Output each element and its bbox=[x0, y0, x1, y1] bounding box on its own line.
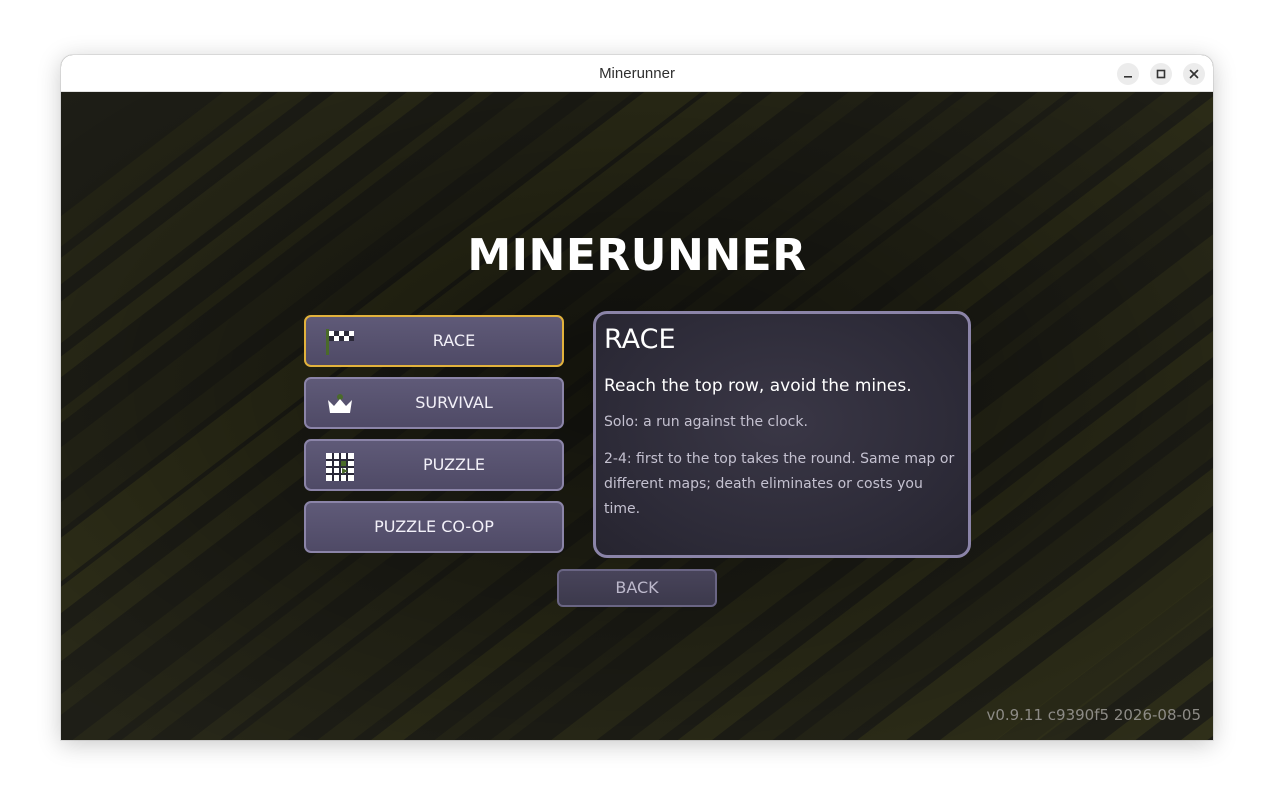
game-canvas: MINERUNNER RACE SURVIVAL PUZZLE PUZZLE C… bbox=[61, 92, 1213, 740]
mode-button-puzzle-coop[interactable]: PUZZLE CO-OP bbox=[304, 501, 564, 553]
window-title: Minerunner bbox=[599, 65, 675, 82]
mode-button-puzzle[interactable]: PUZZLE bbox=[304, 439, 564, 491]
detail-tagline: Reach the top row, avoid the mines. bbox=[604, 376, 912, 396]
game-logo: MINERUNNER bbox=[467, 230, 807, 281]
minimize-button[interactable] bbox=[1117, 63, 1139, 85]
detail-solo-text: Solo: a run against the clock. bbox=[604, 414, 808, 430]
mode-detail-panel: RACE Reach the top row, avoid the mines.… bbox=[593, 311, 971, 558]
mode-button-survival[interactable]: SURVIVAL bbox=[304, 377, 564, 429]
mode-label-survival: SURVIVAL bbox=[415, 393, 493, 412]
detail-title: RACE bbox=[604, 324, 676, 355]
mode-label-puzzle: PUZZLE bbox=[422, 455, 486, 474]
detail-multiplayer-text: 2-4: first to the top takes the round. S… bbox=[604, 451, 955, 517]
version-label: v0.9.11 c9390f5 2026-08-05 bbox=[986, 706, 1201, 724]
mode-label-puzzle-coop: PUZZLE CO-OP bbox=[374, 517, 494, 536]
title-bar[interactable]: Minerunner bbox=[61, 55, 1213, 92]
mode-button-race[interactable]: RACE bbox=[304, 315, 564, 367]
close-button[interactable] bbox=[1183, 63, 1205, 85]
maximize-icon bbox=[1156, 69, 1166, 79]
app-window: Minerunner MINERUNNER RACE SURVIVAL PUZZ… bbox=[61, 55, 1213, 740]
maximize-button[interactable] bbox=[1150, 63, 1172, 85]
minimize-icon bbox=[1124, 76, 1132, 78]
close-icon bbox=[1189, 69, 1199, 79]
back-button[interactable]: BACK bbox=[557, 569, 717, 607]
mode-label-race: RACE bbox=[432, 331, 476, 350]
